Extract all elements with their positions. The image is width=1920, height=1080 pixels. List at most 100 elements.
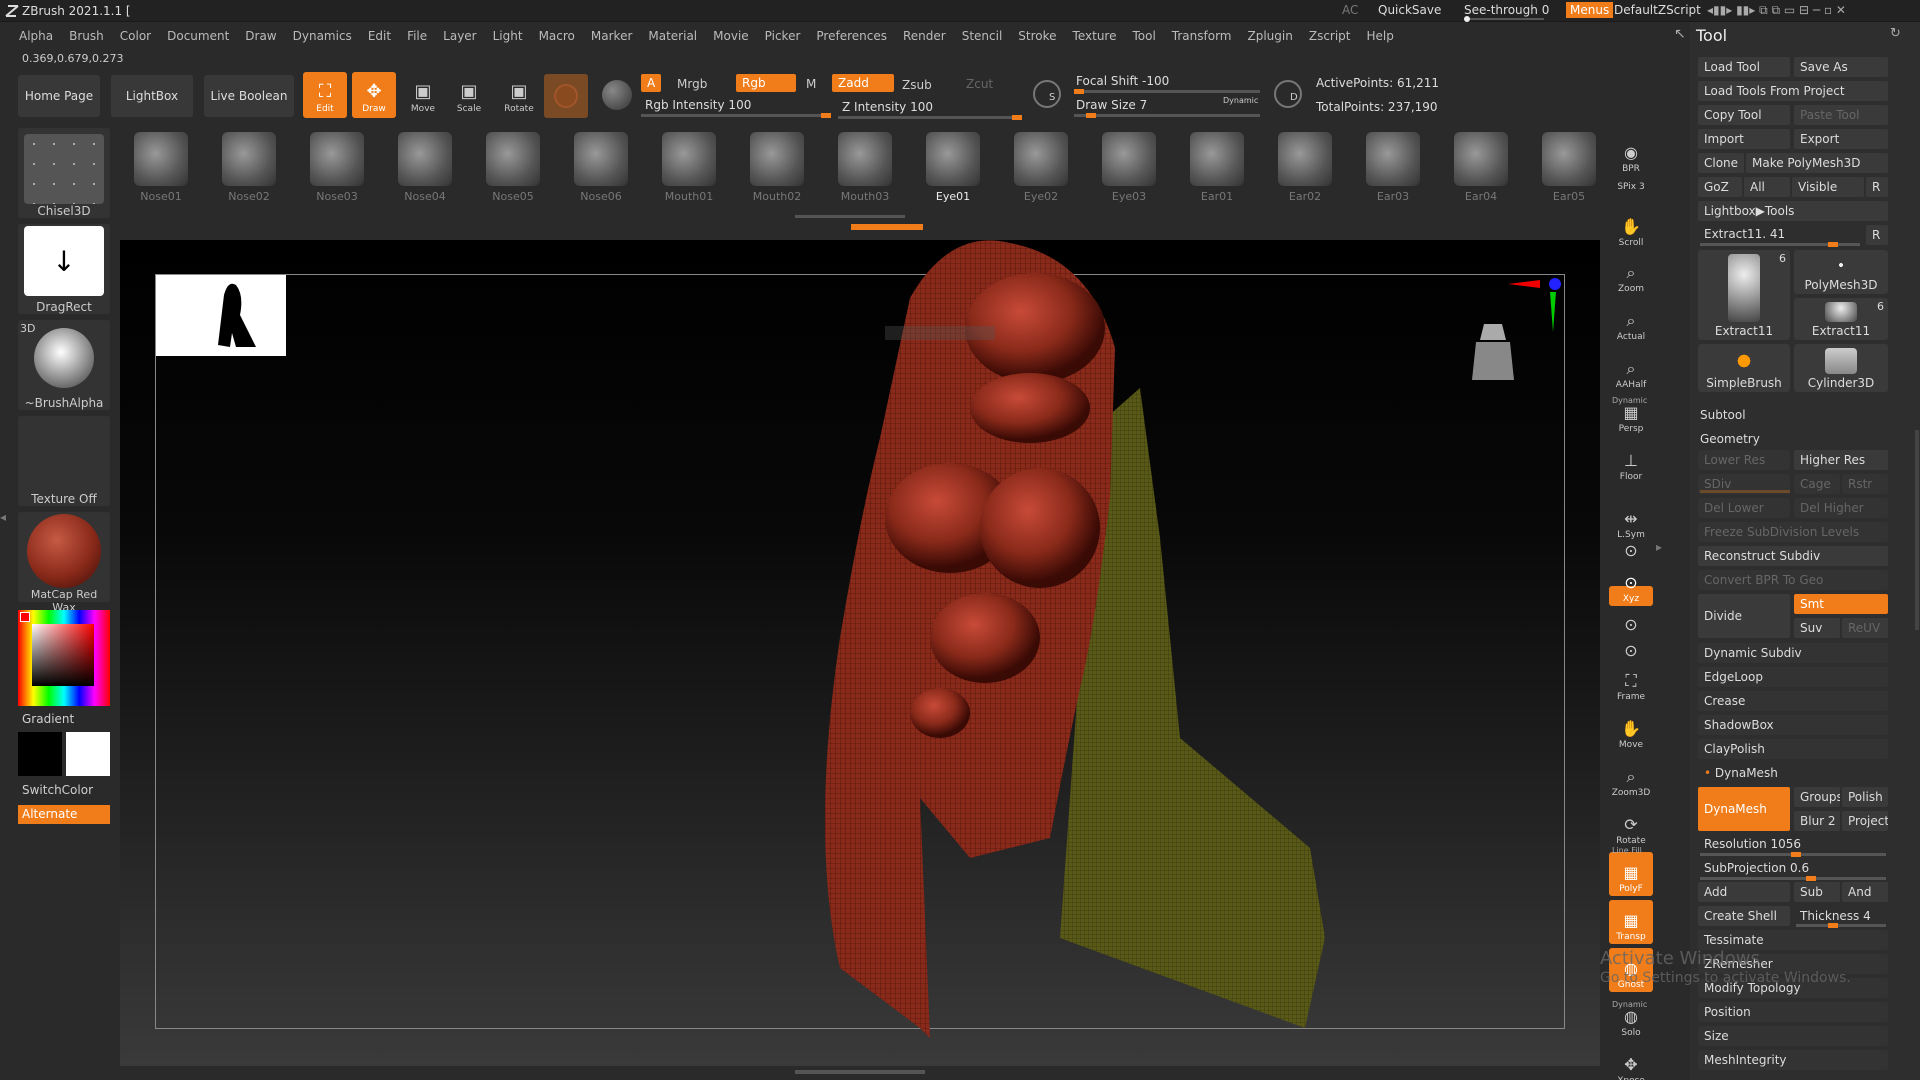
sculpt-mesh[interactable] — [780, 238, 1340, 1048]
polish-toggle[interactable]: Polish — [1842, 787, 1888, 807]
material-slot[interactable]: MatCap Red Wax — [18, 512, 110, 614]
shelf-scroll-track[interactable] — [795, 215, 905, 218]
lightbox-item-eye02[interactable]: Eye02 — [1006, 126, 1076, 206]
tessimate-section[interactable]: Tessimate — [1698, 930, 1888, 950]
load-tool-button[interactable]: Load Tool — [1698, 57, 1790, 77]
blur-slider[interactable]: Blur 2 — [1794, 811, 1840, 831]
stroke-slot[interactable]: ↓ DragRect — [18, 224, 110, 314]
paste-tool-button[interactable]: Paste Tool — [1794, 105, 1888, 125]
bottom-scroll-track[interactable] — [795, 1070, 925, 1074]
load-tools-from-project-button[interactable]: Load Tools From Project — [1698, 81, 1888, 101]
goz-button[interactable]: GoZ — [1698, 177, 1742, 197]
reuv-button[interactable]: ReUV — [1842, 618, 1888, 638]
tool-tile-cylinder3d[interactable]: Cylinder3D — [1794, 344, 1888, 392]
gradient-label[interactable]: Gradient — [22, 712, 74, 726]
goz-r-button[interactable]: R — [1866, 177, 1888, 197]
tool-tile-extract11[interactable]: Extract11 6 — [1698, 250, 1790, 340]
sub-button[interactable]: Sub — [1794, 882, 1840, 902]
nav-spix-3-button[interactable]: SPix 3 — [1609, 172, 1653, 194]
nav-polyf-button[interactable]: ▦ PolyF — [1609, 852, 1653, 896]
and-button[interactable]: And — [1842, 882, 1888, 902]
lightbox-item-ear03[interactable]: Ear03 — [1358, 126, 1428, 206]
tool-tile-simplebrush[interactable]: SimpleBrush — [1698, 344, 1790, 392]
edgeloop-section[interactable]: EdgeLoop — [1698, 667, 1888, 687]
cage-button[interactable]: Cage — [1794, 474, 1840, 494]
thickness-slider[interactable]: Thickness 4 — [1794, 906, 1888, 926]
tool-slider[interactable]: Extract11. 41 — [1698, 224, 1862, 244]
nav-xyz-button[interactable]: ⊙ Xyz — [1609, 574, 1653, 606]
lightbox-item-nose02[interactable]: Nose02 — [214, 126, 284, 206]
sdiv-track[interactable] — [1700, 490, 1790, 493]
resolution-thumb[interactable] — [1790, 852, 1801, 857]
freeze-subdivision-button[interactable]: Freeze SubDivision Levels — [1698, 522, 1888, 542]
position-section[interactable]: Position — [1698, 1002, 1888, 1022]
size-section[interactable]: Size — [1698, 1026, 1888, 1046]
shadowbox-section[interactable]: ShadowBox — [1698, 715, 1888, 735]
convert-bpr-button[interactable]: Convert BPR To Geo — [1698, 570, 1888, 590]
tool-slider-track[interactable] — [1700, 242, 1860, 247]
default-zscript-button[interactable]: DefaultZScript — [1614, 3, 1701, 17]
resolution-slider[interactable]: Resolution 1056 — [1698, 834, 1888, 854]
nav-move-button[interactable]: ✋ Move — [1609, 708, 1653, 752]
make-polymesh3d-button[interactable]: Make PolyMesh3D — [1746, 153, 1888, 173]
lightbox-item-mouth02[interactable]: Mouth02 — [742, 126, 812, 206]
clone-button[interactable]: Clone — [1698, 153, 1744, 173]
nav-zoom-button[interactable]: ⌕ Zoom — [1609, 252, 1653, 296]
nav-actual-button[interactable]: ⌕ Actual — [1609, 300, 1653, 344]
tool-palette-scrollbar[interactable] — [1915, 430, 1919, 630]
subtool-section[interactable]: Subtool — [1700, 405, 1746, 425]
lightbox-item-eye03[interactable]: Eye03 — [1094, 126, 1164, 206]
del-lower-button[interactable]: Del Lower — [1698, 498, 1790, 518]
crease-section[interactable]: Crease — [1698, 691, 1888, 711]
reconstruct-subdiv-button[interactable]: Reconstruct Subdiv — [1698, 546, 1888, 566]
primary-color-swatch[interactable] — [18, 732, 62, 776]
dynamesh-button[interactable]: DynaMesh — [1698, 787, 1790, 831]
lightbox-item-nose01[interactable]: Nose01 — [126, 126, 196, 206]
nav-small-icon-11[interactable]: ⊙ — [1609, 616, 1653, 638]
color-square[interactable] — [32, 624, 94, 686]
add-button[interactable]: Add — [1698, 882, 1790, 902]
meshintegrity-section[interactable]: MeshIntegrity — [1698, 1050, 1888, 1070]
subprojection-thumb[interactable] — [1805, 876, 1816, 881]
divide-button[interactable]: Divide — [1698, 594, 1790, 638]
lightbox-item-eye01[interactable]: Eye01 — [918, 126, 988, 206]
lightbox-item-mouth03[interactable]: Mouth03 — [830, 126, 900, 206]
nav-bpr-button[interactable]: ◉ BPR — [1609, 132, 1653, 176]
navigation-thumbnail[interactable] — [156, 275, 286, 356]
nav-zoom3d-button[interactable]: ⌕ Zoom3D — [1609, 756, 1653, 800]
export-button[interactable]: Export — [1794, 129, 1888, 149]
goz-visible-button[interactable]: Visible — [1792, 177, 1864, 197]
lightbox-item-nose04[interactable]: Nose04 — [390, 126, 460, 206]
nav-rotate-button[interactable]: ⟳ Rotate — [1609, 804, 1653, 848]
nav-floor-button[interactable]: ⊥ Floor — [1609, 440, 1653, 484]
tool-slider-thumb[interactable] — [1828, 242, 1838, 247]
groups-toggle[interactable]: Groups — [1794, 787, 1840, 807]
right-panel-collapse-icon[interactable]: ▸ — [1656, 540, 1662, 554]
dynamesh-section[interactable]: • DynaMesh — [1698, 763, 1888, 783]
project-toggle[interactable]: Project — [1842, 811, 1888, 831]
thickness-thumb[interactable] — [1828, 923, 1838, 928]
nav-l-sym-button[interactable]: ⇹ L.Sym — [1609, 498, 1653, 542]
lightbox-item-nose03[interactable]: Nose03 — [302, 126, 372, 206]
nav-transp-button[interactable]: ▦ Transp — [1609, 900, 1653, 944]
goz-all-button[interactable]: All — [1744, 177, 1790, 197]
higher-res-button[interactable]: Higher Res — [1794, 450, 1888, 470]
lightbox-item-nose06[interactable]: Nose06 — [566, 126, 636, 206]
tool-palette-pin-icon[interactable]: ↖ — [1674, 26, 1686, 42]
lightbox-item-mouth01[interactable]: Mouth01 — [654, 126, 724, 206]
tool-tile-polymesh3d[interactable]: PolyMesh3D — [1794, 250, 1888, 294]
tool-tile-extract11[interactable]: Extract11 6 — [1794, 298, 1888, 340]
left-panel-collapse-icon[interactable]: ◂ — [0, 510, 10, 570]
alpha-slot[interactable]: 3D ~BrushAlpha — [18, 320, 110, 410]
lightbox-item-ear01[interactable]: Ear01 — [1182, 126, 1252, 206]
tool-slider-r-button[interactable]: R — [1866, 225, 1888, 245]
lightbox-item-nose05[interactable]: Nose05 — [478, 126, 548, 206]
lightbox-tools-button[interactable]: Lightbox▶Tools — [1698, 201, 1888, 221]
texture-slot[interactable]: Texture Off — [18, 416, 110, 506]
save-as-button[interactable]: Save As — [1794, 57, 1888, 77]
nav-small-icon-9[interactable]: ⊙ — [1609, 542, 1653, 564]
tool-palette-refresh-icon[interactable]: ↻ — [1890, 26, 1901, 41]
nav-frame-button[interactable]: ⛶ Frame — [1609, 660, 1653, 704]
smt-toggle[interactable]: Smt — [1794, 594, 1888, 614]
window-controls-icons[interactable]: ◂▮▮▸ ▮▮▸ ⧉ ⧉ ▭ ⊟ ─ ▫ ✕ — [1707, 3, 1846, 18]
